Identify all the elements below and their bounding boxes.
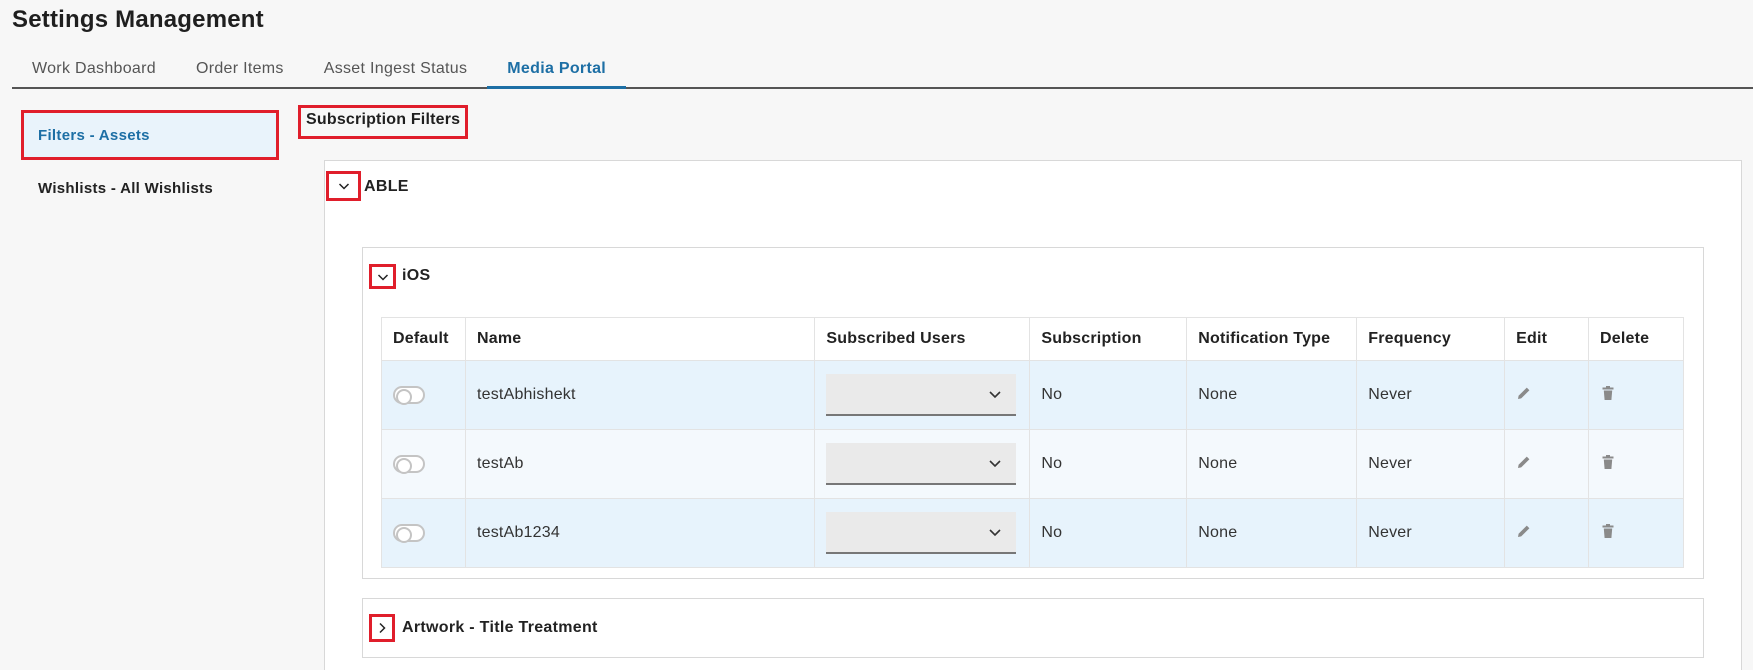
filter-name: testAb1234 xyxy=(464,498,816,568)
col-header-edit: Edit xyxy=(1504,317,1589,361)
pencil-icon[interactable] xyxy=(1516,454,1532,470)
table-row: testAb1234 No None Never xyxy=(381,498,1684,568)
frequency-value: Never xyxy=(1356,360,1506,430)
col-header-frequency: Frequency xyxy=(1356,317,1506,361)
collapse-ios-button[interactable] xyxy=(369,264,396,289)
filter-name: testAb xyxy=(464,429,816,499)
sidebar-item-wishlists[interactable]: Wishlists - All Wishlists xyxy=(24,166,276,210)
table-row: testAbhishekt No None Never xyxy=(381,360,1684,430)
subscribed-users-select[interactable] xyxy=(826,512,1017,554)
default-toggle[interactable] xyxy=(393,455,425,474)
tab-work-dashboard[interactable]: Work Dashboard xyxy=(12,52,176,89)
table-row: testAb No None Never xyxy=(381,429,1684,499)
subscription-value: No xyxy=(1029,360,1188,430)
default-toggle[interactable] xyxy=(393,386,425,405)
group-label-able: ABLE xyxy=(364,178,409,195)
col-header-subscribed-users: Subscribed Users xyxy=(814,317,1031,361)
section-title: Subscription Filters xyxy=(297,105,469,139)
col-header-notification-type: Notification Type xyxy=(1186,317,1358,361)
subscribed-users-select[interactable] xyxy=(826,443,1017,485)
group-label-artwork: Artwork - Title Treatment xyxy=(402,619,598,636)
expand-artwork-button[interactable] xyxy=(369,614,395,642)
notification-type-value: None xyxy=(1186,498,1358,568)
col-header-subscription: Subscription xyxy=(1029,317,1188,361)
subscription-value: No xyxy=(1029,498,1188,568)
pencil-icon[interactable] xyxy=(1516,385,1532,401)
trash-icon[interactable] xyxy=(1600,523,1616,539)
tab-media-portal[interactable]: Media Portal xyxy=(487,52,627,89)
chevron-down-icon xyxy=(989,391,1001,399)
subscribed-users-select[interactable] xyxy=(826,374,1017,416)
col-header-name: Name xyxy=(464,317,816,361)
pencil-icon[interactable] xyxy=(1516,523,1532,539)
tab-bar: Work Dashboard Order Items Asset Ingest … xyxy=(12,52,1753,89)
collapse-able-button[interactable] xyxy=(326,171,361,201)
sidebar-item-label: Filters - Assets xyxy=(38,126,150,144)
chevron-down-icon xyxy=(989,460,1001,468)
chevron-down-icon xyxy=(338,183,349,190)
subscription-filters-table: Default Name Subscribed Users Subscripti… xyxy=(381,317,1684,568)
filter-name: testAbhishekt xyxy=(464,360,816,430)
subscription-value: No xyxy=(1029,429,1188,499)
sidebar-item-filters-assets[interactable]: Filters - Assets xyxy=(21,110,279,160)
col-header-delete: Delete xyxy=(1588,317,1684,361)
table-header-row: Default Name Subscribed Users Subscripti… xyxy=(381,317,1684,361)
trash-icon[interactable] xyxy=(1600,454,1616,470)
group-label-ios: iOS xyxy=(402,267,431,284)
notification-type-value: None xyxy=(1186,429,1358,499)
page-title: Settings Management xyxy=(12,6,264,33)
frequency-value: Never xyxy=(1356,429,1506,499)
tab-order-items[interactable]: Order Items xyxy=(176,52,304,89)
notification-type-value: None xyxy=(1186,360,1358,430)
trash-icon[interactable] xyxy=(1600,385,1616,401)
chevron-down-icon xyxy=(377,273,388,281)
chevron-right-icon xyxy=(379,622,386,634)
col-header-default: Default xyxy=(381,317,466,361)
sidebar-item-label: Wishlists - All Wishlists xyxy=(38,179,214,197)
default-toggle[interactable] xyxy=(393,524,425,543)
chevron-down-icon xyxy=(989,529,1001,537)
frequency-value: Never xyxy=(1356,498,1506,568)
tab-asset-ingest-status[interactable]: Asset Ingest Status xyxy=(304,52,488,89)
